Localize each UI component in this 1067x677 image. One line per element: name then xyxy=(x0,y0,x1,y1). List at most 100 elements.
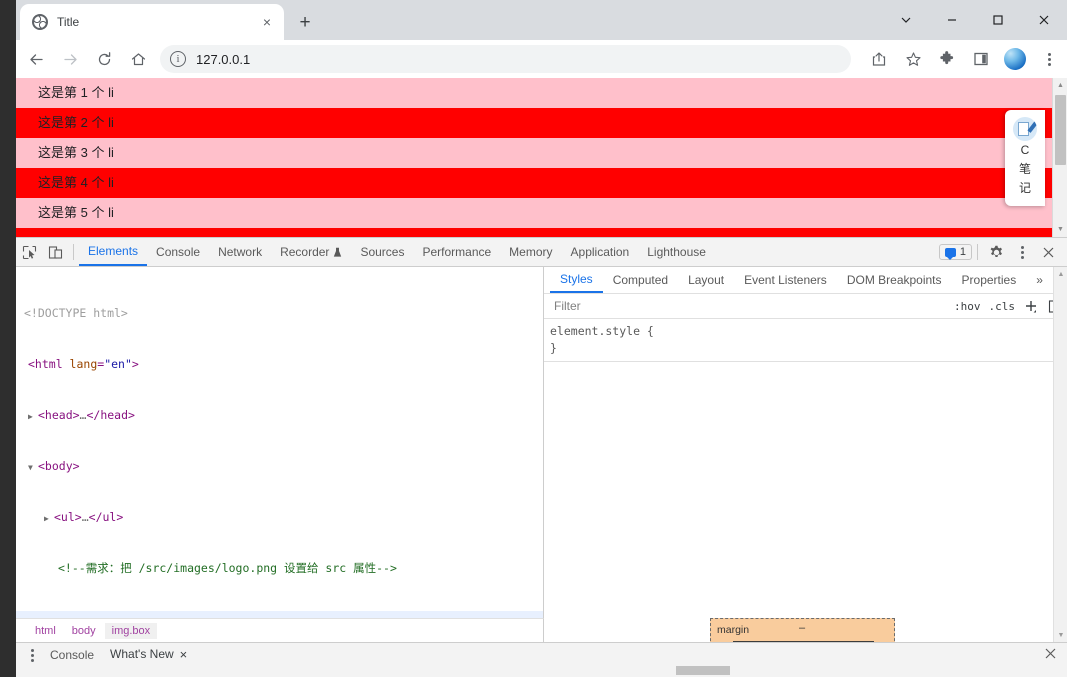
browser-toolbar: i 127.0.0.1 xyxy=(16,40,1067,78)
collapse-caret-icon: ▼ xyxy=(28,463,33,472)
devtools-toolbar-actions: 1 xyxy=(938,239,1067,265)
hov-button[interactable]: :hov xyxy=(954,300,981,313)
maximize-icon[interactable] xyxy=(975,0,1021,40)
dom-line-ul[interactable]: ▶ <ul>…</ul> xyxy=(16,509,543,526)
devtools-tab-lighthouse[interactable]: Lighthouse xyxy=(638,238,715,266)
chevron-down-icon[interactable] xyxy=(883,0,929,40)
actions-divider xyxy=(977,244,978,260)
issues-count: 1 xyxy=(959,246,966,258)
tab-event-listeners[interactable]: Event Listeners xyxy=(734,267,837,293)
forward-icon[interactable] xyxy=(56,45,84,73)
browser-tab[interactable]: Title × xyxy=(20,4,284,40)
tab-computed[interactable]: Computed xyxy=(603,267,678,293)
devtools-tab-memory[interactable]: Memory xyxy=(500,238,561,266)
scrollbar-thumb[interactable] xyxy=(1055,95,1066,165)
devtools-tab-application[interactable]: Application xyxy=(562,238,639,266)
styles-overflow-icon[interactable]: » xyxy=(1026,267,1053,293)
scrollbar-thumb[interactable] xyxy=(676,666,730,675)
issues-badge[interactable]: 1 xyxy=(938,244,972,260)
devtools-tab-recorder[interactable]: Recorder xyxy=(271,238,351,266)
breadcrumb: html body img.box xyxy=(16,618,544,642)
screen: Title × + i 127.0.0.1 这是第 1 个 li 这是第 2 个… xyxy=(0,0,1067,677)
close-icon[interactable]: × xyxy=(256,11,278,33)
close-window-icon[interactable] xyxy=(1021,0,1067,40)
breadcrumb-item-html[interactable]: html xyxy=(28,623,63,639)
devtools-close-icon[interactable] xyxy=(1035,239,1061,265)
li-list: 这是第 1 个 li 这是第 2 个 li 这是第 3 个 li 这是第 4 个… xyxy=(16,78,1067,237)
browser-window: Title × + i 127.0.0.1 这是第 1 个 li 这是第 2 个… xyxy=(16,0,1067,677)
minimize-icon[interactable] xyxy=(929,0,975,40)
tab-dom-breakpoints[interactable]: DOM Breakpoints xyxy=(837,267,952,293)
styles-scrollbar[interactable]: ▲ ▼ xyxy=(1053,267,1067,642)
list-item: 这是第 3 个 li xyxy=(16,138,1067,168)
styles-pane: Styles Computed Layout Event Listeners D… xyxy=(544,267,1067,642)
csdn-label-ji: 记 xyxy=(1018,181,1031,195)
page-viewport: 这是第 1 个 li 这是第 2 个 li 这是第 3 个 li 这是第 4 个… xyxy=(16,78,1067,237)
list-item: 这是第 1 个 li xyxy=(16,78,1067,108)
new-tab-button[interactable]: + xyxy=(292,9,318,35)
share-icon[interactable] xyxy=(865,45,893,73)
styles-tab-bar: Styles Computed Layout Event Listeners D… xyxy=(544,267,1067,294)
styles-scroll-down-icon[interactable]: ▼ xyxy=(1054,628,1067,642)
issues-icon xyxy=(944,247,956,260)
devtools-tab-sources[interactable]: Sources xyxy=(351,238,413,266)
avatar[interactable] xyxy=(1001,45,1029,73)
tab-layout[interactable]: Layout xyxy=(678,267,734,293)
expand-caret-icon: ▶ xyxy=(44,514,49,523)
csdn-label-c: C xyxy=(1020,143,1030,157)
window-controls xyxy=(883,0,1067,40)
home-icon[interactable] xyxy=(124,45,152,73)
inspect-element-icon[interactable] xyxy=(16,239,42,265)
drawer-horizontal-scrollbar[interactable] xyxy=(16,664,1067,677)
dom-line-html[interactable]: <html lang="en"> xyxy=(16,356,543,373)
list-item-overflow xyxy=(16,228,1067,237)
csdn-label-bi: 笔 xyxy=(1018,162,1031,176)
toolbar-divider xyxy=(73,244,74,260)
margin-top-value[interactable]: – xyxy=(799,622,805,634)
devtools-tab-console[interactable]: Console xyxy=(147,238,209,266)
dom-tree: <!DOCTYPE html> <html lang="en"> ▶ <head>… xyxy=(16,267,543,618)
tab-properties[interactable]: Properties xyxy=(952,267,1027,293)
site-info-icon[interactable]: i xyxy=(170,51,186,67)
drawer-tab-close-icon[interactable]: × xyxy=(180,647,188,662)
address-bar[interactable]: i 127.0.0.1 xyxy=(160,45,851,73)
extensions-puzzle-icon[interactable] xyxy=(933,45,961,73)
devtools-tab-performance[interactable]: Performance xyxy=(413,238,500,266)
favicon-icon xyxy=(32,14,48,30)
cls-button[interactable]: .cls xyxy=(989,300,1016,313)
dom-line-head[interactable]: ▶ <head>…</head> xyxy=(16,407,543,424)
scroll-up-icon[interactable]: ▲ xyxy=(1053,78,1067,93)
back-icon[interactable] xyxy=(22,45,50,73)
side-panel-icon[interactable] xyxy=(967,45,995,73)
dom-line-img-selected[interactable]: ···<img src="http://127.0.0.1/05cceff….p… xyxy=(16,611,543,618)
devtools-menu-icon[interactable] xyxy=(1009,239,1035,265)
expand-caret-icon: ▶ xyxy=(28,412,33,421)
style-rule-element-style[interactable]: element.style { } xyxy=(544,319,1067,362)
page-scrollbar[interactable]: ▲ ▼ xyxy=(1052,78,1067,237)
device-toolbar-icon[interactable] xyxy=(42,239,68,265)
styles-scroll-up-icon[interactable]: ▲ xyxy=(1054,267,1067,281)
devtools-tab-network[interactable]: Network xyxy=(209,238,271,266)
styles-filter-row: :hov .cls xyxy=(544,294,1067,319)
styles-filter-input[interactable] xyxy=(554,299,946,313)
style-rule-selector: element.style { xyxy=(550,324,654,338)
note-pen-icon xyxy=(1013,117,1037,141)
chrome-menu-icon[interactable] xyxy=(1035,45,1063,73)
dom-line-comment[interactable]: <!--需求：把 /src/images/logo.png 设置给 src 属性… xyxy=(16,560,543,577)
tab-styles[interactable]: Styles xyxy=(550,267,603,293)
scroll-down-icon[interactable]: ▼ xyxy=(1053,222,1067,237)
margin-label: margin xyxy=(717,624,750,636)
gear-icon[interactable] xyxy=(983,239,1009,265)
breadcrumb-item-body[interactable]: body xyxy=(65,623,103,639)
list-item: 这是第 2 个 li xyxy=(16,108,1067,138)
dom-tree-pane[interactable]: <!DOCTYPE html> <html lang="en"> ▶ <head>… xyxy=(16,267,544,618)
new-style-rule-icon[interactable] xyxy=(1023,298,1039,314)
dom-line-body-open[interactable]: ▼ <body> xyxy=(16,458,543,475)
breadcrumb-item-img[interactable]: img.box xyxy=(104,622,158,639)
dom-line-doctype[interactable]: <!DOCTYPE html> xyxy=(16,305,543,322)
devtools-tab-elements[interactable]: Elements xyxy=(79,238,148,266)
reload-icon[interactable] xyxy=(90,45,118,73)
bookmark-star-icon[interactable] xyxy=(899,45,927,73)
csdn-note-plugin-button[interactable]: C 笔 记 xyxy=(1005,110,1045,206)
drawer-close-icon[interactable] xyxy=(1044,647,1057,665)
